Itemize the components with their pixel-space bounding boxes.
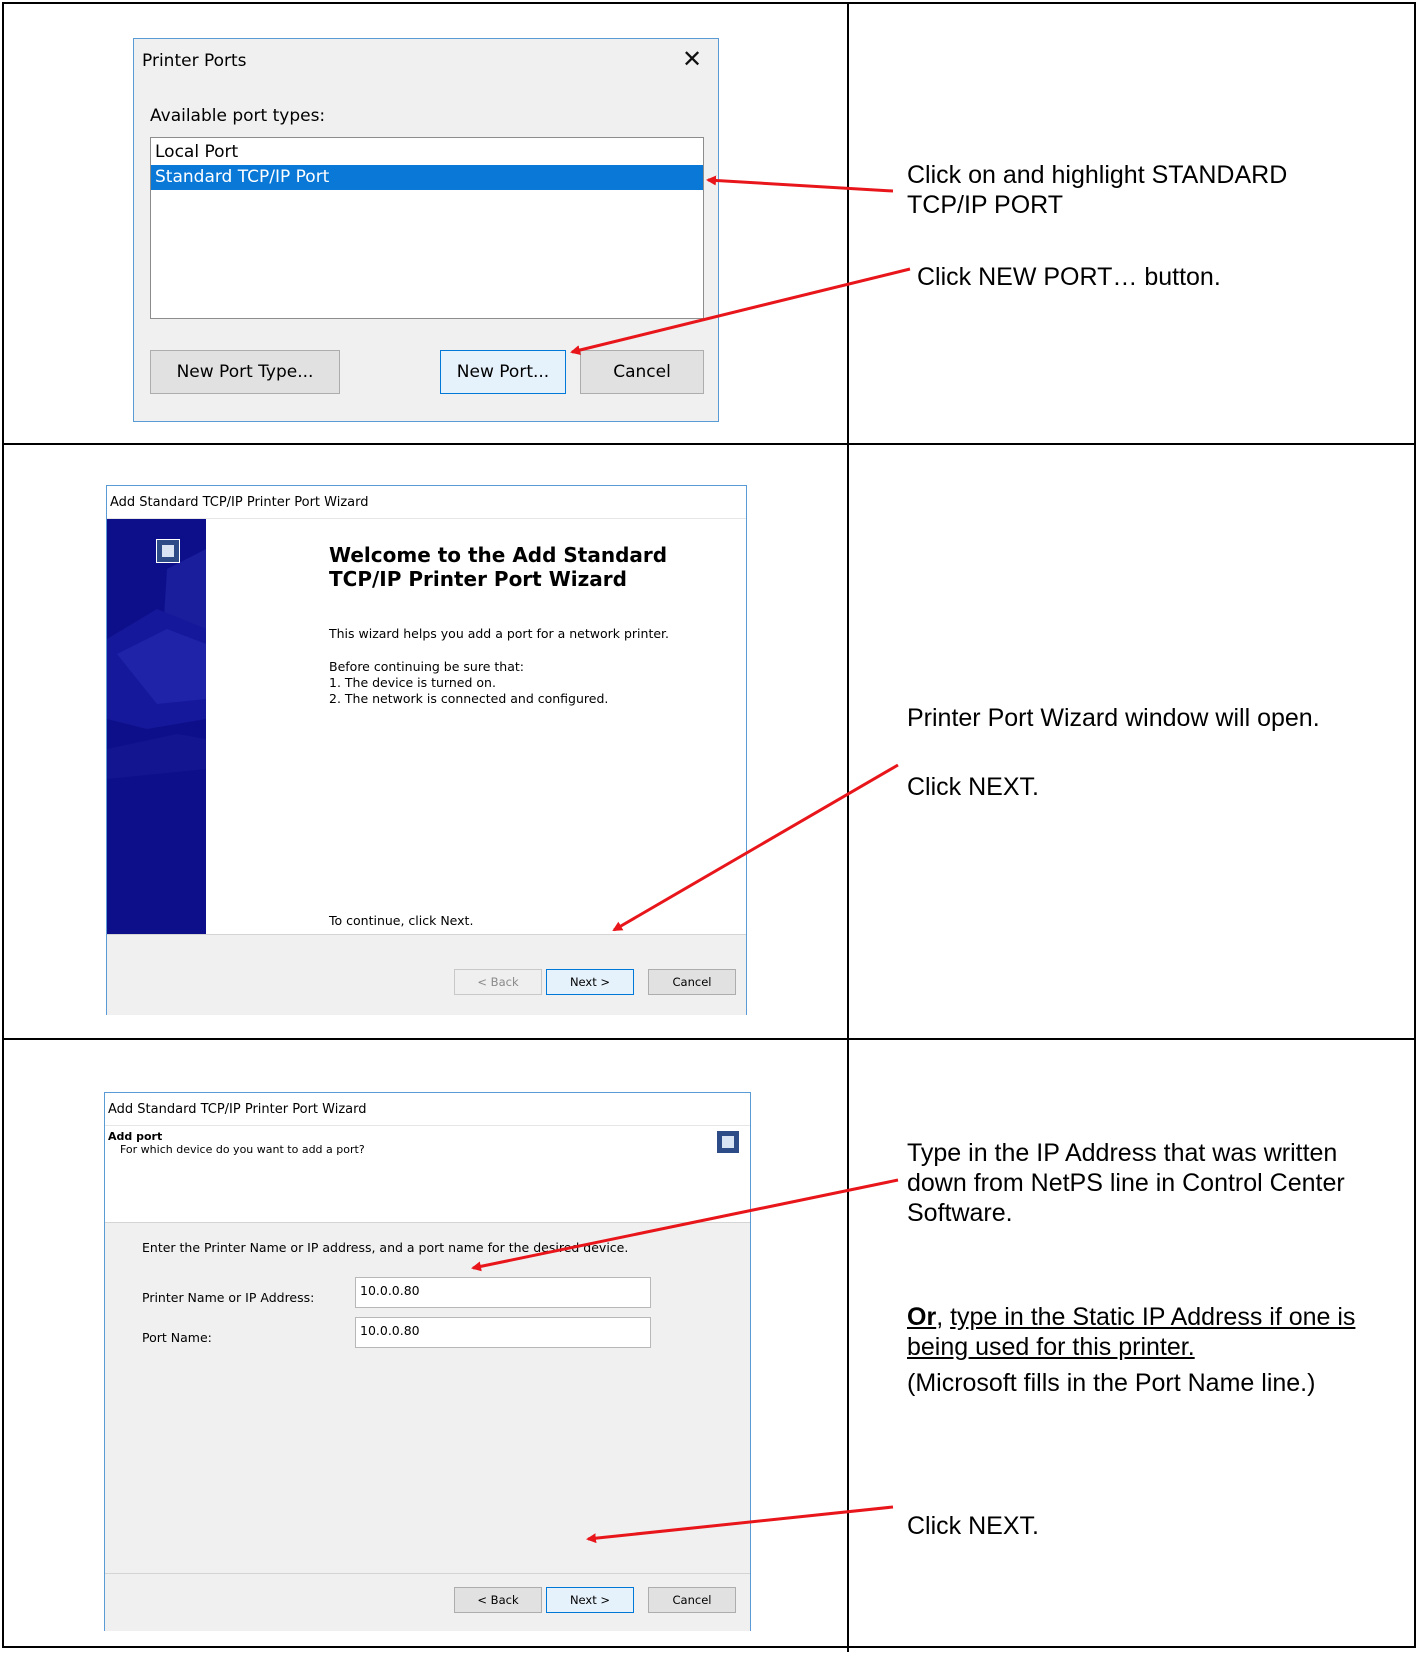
wizard-step-1: 1. The device is turned on. [329,675,496,690]
instruction-wizard-opens: Printer Port Wizard window will open. [907,704,1320,732]
cancel-button[interactable]: Cancel [648,1587,736,1613]
new-port-type-button[interactable]: New Port Type... [150,350,340,394]
wizard-title: Add Standard TCP/IP Printer Port Wizard [107,486,746,519]
header-subtitle: For which device do you want to add a po… [120,1143,365,1156]
wizard-button-bar: < Back Next > Cancel [105,1573,750,1631]
wizard-continue-text: To continue, click Next. [329,913,474,928]
new-port-button[interactable]: New Port... [440,350,566,394]
welcome-wizard-dialog: Add Standard TCP/IP Printer Port Wizard … [106,485,747,1015]
next-button[interactable]: Next > [546,969,634,995]
row-divider-2 [2,1038,1416,1040]
close-icon[interactable]: ✕ [682,45,702,73]
row-divider-1 [2,443,1416,445]
port-name-label: Port Name: [142,1330,212,1345]
cancel-button[interactable]: Cancel [648,969,736,995]
instruction-text: Enter the Printer Name or IP address, an… [142,1240,629,1255]
wizard-heading: Welcome to the Add Standard TCP/IP Print… [329,543,668,591]
instruction-click-new-port: Click NEW PORT… button. [917,263,1221,291]
static-ip-text: type in the Static IP Address if one is … [907,1303,1356,1361]
instruction-click-next-2: Click NEXT. [907,1512,1039,1540]
wizard-title: Add Standard TCP/IP Printer Port Wizard [105,1093,750,1126]
ip-address-input[interactable]: 10.0.0.80 [355,1277,651,1308]
instruction-static-ip: Or, type in the Static IP Address if one… [907,1302,1407,1362]
cancel-button[interactable]: Cancel [580,350,704,394]
printer-icon [156,539,180,563]
instruction-click-next-1: Click NEXT. [907,773,1039,801]
printer-icon [716,1130,740,1154]
wizard-step-2: 2. The network is connected and configur… [329,691,609,706]
list-item-standard-tcpip-port[interactable]: Standard TCP/IP Port [151,165,703,190]
instruction-port-name-note: (Microsoft fills in the Port Name line.) [907,1369,1316,1397]
wizard-button-bar: < Back Next > Cancel [107,934,746,1015]
or-separator: , [936,1303,951,1331]
list-item-local-port[interactable]: Local Port [151,140,703,165]
wizard-header: Add port For which device do you want to… [105,1126,750,1223]
back-button[interactable]: < Back [454,969,542,995]
or-emphasis: Or [907,1303,937,1331]
back-button[interactable]: < Back [454,1587,542,1613]
printer-watermark-icon [107,549,206,779]
next-button[interactable]: Next > [546,1587,634,1613]
printer-ports-dialog: Printer Ports ✕ Available port types: Lo… [133,38,719,422]
port-types-list[interactable]: Local Port Standard TCP/IP Port [150,137,704,319]
wizard-before-text: Before continuing be sure that: [329,659,524,674]
dialog-title: Printer Ports [142,51,247,71]
wizard-side-banner [107,519,206,934]
header-title: Add port [108,1130,163,1143]
available-port-types-label: Available port types: [150,106,326,126]
instruction-type-ip: Type in the IP Address that was written … [907,1139,1345,1227]
add-port-wizard-dialog: Add Standard TCP/IP Printer Port Wizard … [104,1092,751,1631]
column-divider [847,2,849,1652]
wizard-intro-text: This wizard helps you add a port for a n… [329,626,669,641]
instruction-highlight-tcpip: Click on and highlight STANDARD TCP/IP P… [907,161,1288,219]
port-name-input[interactable]: 10.0.0.80 [355,1317,651,1348]
ip-address-label: Printer Name or IP Address: [142,1290,315,1305]
